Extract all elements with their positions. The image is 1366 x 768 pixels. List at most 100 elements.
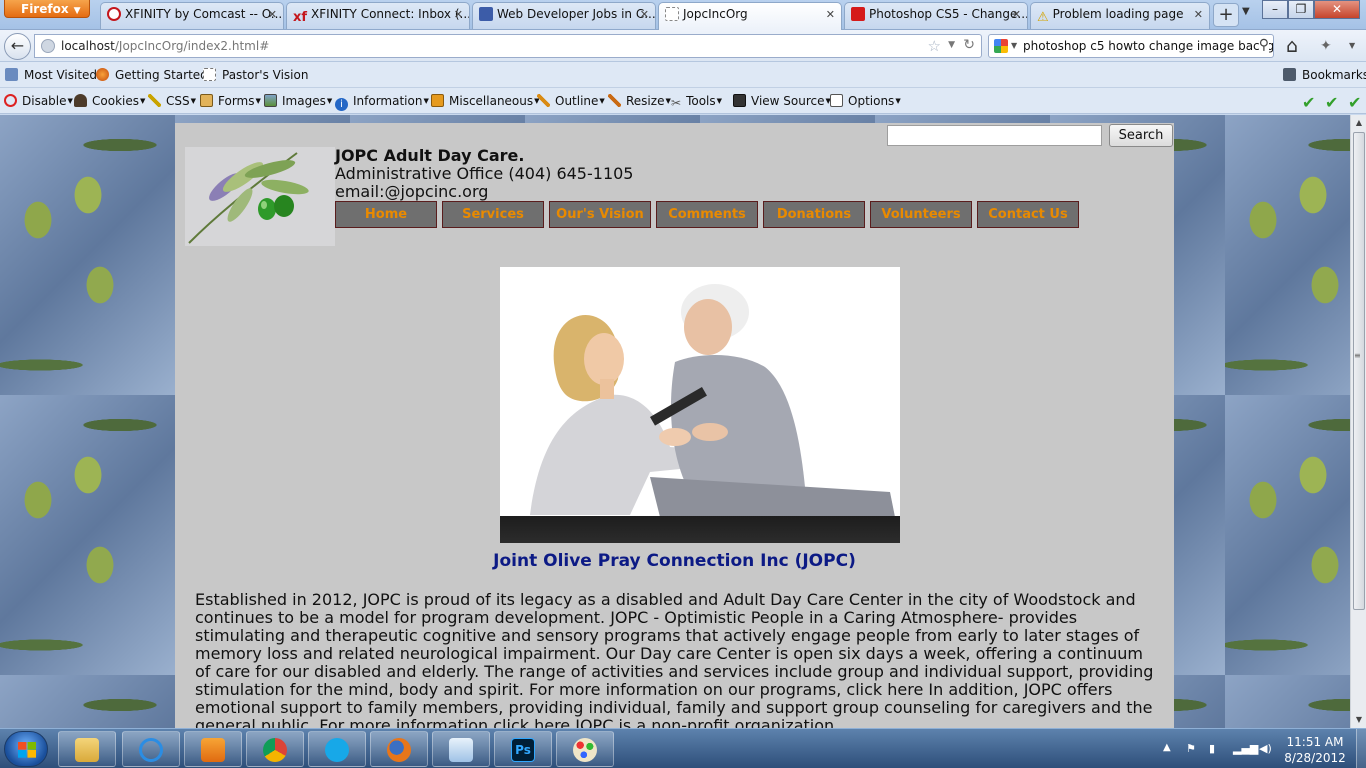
show-hidden-icons-icon[interactable]: ▲ bbox=[1163, 742, 1171, 753]
html-valid-check-icon[interactable]: ✔ bbox=[1325, 93, 1338, 112]
site-search-button[interactable]: Search bbox=[1109, 124, 1173, 147]
dev-menu-label: Information bbox=[353, 94, 423, 108]
tab-jopcincorg[interactable]: JopcIncOrg ✕ bbox=[658, 2, 842, 30]
comcast-icon bbox=[107, 7, 121, 21]
show-desktop-button[interactable] bbox=[1356, 729, 1366, 768]
close-icon[interactable]: ✕ bbox=[268, 8, 277, 21]
reload-icon[interactable]: ↻ bbox=[963, 37, 975, 53]
network-signal-icon[interactable]: ▂▄▆ bbox=[1233, 742, 1258, 756]
close-icon[interactable]: ✕ bbox=[1194, 8, 1203, 21]
dev-menu-label: Resize bbox=[626, 94, 665, 108]
scroll-up-arrow-icon[interactable]: ▲ bbox=[1351, 115, 1366, 131]
power-icon[interactable]: ▮ bbox=[1209, 742, 1223, 756]
addon-dropdown-icon[interactable]: ▼ bbox=[1349, 41, 1355, 50]
volume-icon[interactable]: ◀) bbox=[1259, 742, 1273, 756]
tab-label: JopcIncOrg bbox=[683, 7, 748, 21]
back-button[interactable]: ← bbox=[4, 33, 31, 60]
window-close-button[interactable]: ✕ bbox=[1314, 0, 1360, 19]
js-valid-check-icon[interactable]: ✔ bbox=[1348, 93, 1361, 112]
warning-icon: ⚠ bbox=[1037, 10, 1049, 25]
history-dropdown-icon[interactable]: ▼ bbox=[948, 40, 955, 50]
vertical-scrollbar[interactable]: ▲ ≡ ▼ bbox=[1350, 115, 1366, 728]
bookmark-star-icon[interactable]: ☆ bbox=[928, 37, 941, 55]
media-player-icon bbox=[201, 738, 225, 762]
dev-menu-cookies[interactable]: Cookies▼ bbox=[74, 94, 145, 108]
start-button[interactable] bbox=[4, 731, 48, 767]
url-bar[interactable]: localhost/JopcIncOrg/index2.html# ☆ ▼ ↻ bbox=[34, 34, 982, 58]
dev-menu-images[interactable]: Images▼ bbox=[264, 94, 332, 108]
nav-comments[interactable]: Comments bbox=[656, 201, 758, 228]
maximize-button[interactable]: ❐ bbox=[1288, 0, 1314, 19]
firefox-menu-button[interactable]: Firefox ▼ bbox=[4, 0, 90, 18]
nav-services[interactable]: Services bbox=[442, 201, 544, 228]
close-icon[interactable]: ✕ bbox=[826, 8, 835, 21]
taskbar-internet-explorer[interactable] bbox=[122, 731, 180, 767]
office-phone: Administrative Office (404) 645-1105 bbox=[335, 164, 634, 183]
taskbar-media-player[interactable] bbox=[184, 731, 242, 767]
tab-photoshop-cs5[interactable]: Photoshop CS5 - Change... ✕ bbox=[844, 2, 1028, 29]
nav-donations[interactable]: Donations bbox=[763, 201, 865, 228]
css-valid-check-icon[interactable]: ✔ bbox=[1302, 93, 1315, 112]
windows-taskbar: Ps ▲ ⚑ ▮ ▂▄▆ ◀) 11:51 AM 8/28/2012 bbox=[0, 728, 1366, 768]
dev-menu-view-source[interactable]: View Source▼ bbox=[733, 94, 831, 108]
list-all-tabs-icon[interactable]: ▼ bbox=[1242, 6, 1250, 17]
intro-paragraph: Established in 2012, JOPC is proud of it… bbox=[195, 590, 1154, 729]
new-tab-button[interactable]: + bbox=[1213, 3, 1239, 27]
minimize-button[interactable]: – bbox=[1262, 0, 1288, 19]
dev-menu-tools[interactable]: ✂ Tools▼ bbox=[671, 94, 722, 110]
firefox-icon bbox=[387, 738, 411, 762]
dev-menu-disable[interactable]: Disable▼ bbox=[4, 94, 73, 108]
taskbar-chrome[interactable] bbox=[246, 731, 304, 767]
scroll-thumb[interactable] bbox=[1353, 132, 1365, 610]
close-icon[interactable]: ✕ bbox=[454, 8, 463, 21]
dev-menu-forms[interactable]: Forms▼ bbox=[200, 94, 261, 108]
tools-icon: ✂ bbox=[671, 96, 682, 110]
scroll-grip-icon: ≡ bbox=[1354, 351, 1361, 360]
site-search-input[interactable] bbox=[887, 125, 1102, 146]
bookmark-most-visited[interactable]: Most Visited bbox=[5, 68, 97, 82]
nav-contact-us[interactable]: Contact Us bbox=[977, 201, 1079, 228]
clock-time: 11:51 AM bbox=[1286, 735, 1344, 749]
dev-menu-css[interactable]: CSS▼ bbox=[148, 94, 196, 108]
bookmarks-star-icon bbox=[1283, 68, 1296, 81]
action-center-flag-icon[interactable]: ⚑ bbox=[1186, 742, 1200, 756]
olive-branch-logo bbox=[185, 147, 335, 246]
home-icon[interactable]: ⌂ bbox=[1286, 35, 1298, 57]
page-viewport: Search JOPC Adult Day Care. Administrati… bbox=[0, 115, 1350, 728]
nav-volunteers[interactable]: Volunteers bbox=[870, 201, 972, 228]
addon-icon[interactable]: ✦ bbox=[1320, 38, 1332, 54]
bookmark-pastors-vision[interactable]: Pastor's Vision bbox=[203, 68, 308, 82]
miscellaneous-icon bbox=[431, 94, 444, 107]
taskbar-paint[interactable] bbox=[556, 731, 614, 767]
tab-xfinity-comcast[interactable]: XFINITY by Comcast -- O... ✕ bbox=[100, 2, 284, 29]
system-clock[interactable]: 11:51 AM 8/28/2012 bbox=[1278, 734, 1352, 766]
dev-menu-information[interactable]: i Information▼ bbox=[335, 94, 429, 111]
nav-our-vision[interactable]: Our's Vision bbox=[549, 201, 651, 228]
blank-page-icon bbox=[203, 68, 216, 81]
blank-page-icon bbox=[665, 7, 679, 21]
tab-web-developer-jobs[interactable]: Web Developer Jobs in C... ✕ bbox=[472, 2, 656, 29]
nav-home[interactable]: Home bbox=[335, 201, 437, 228]
tab-problem-loading[interactable]: ⚠ Problem loading page ✕ bbox=[1030, 2, 1210, 29]
taskbar-skype[interactable] bbox=[308, 731, 366, 767]
taskbar-photoshop[interactable]: Ps bbox=[494, 731, 552, 767]
google-icon[interactable] bbox=[994, 39, 1008, 53]
bookmarks-menu-button[interactable]: Bookmarks bbox=[1283, 68, 1366, 82]
taskbar-explorer[interactable] bbox=[58, 731, 116, 767]
bookmark-getting-started[interactable]: Getting Started bbox=[96, 68, 208, 82]
search-icon[interactable]: ⚲ bbox=[1258, 37, 1269, 53]
dev-menu-label: Options bbox=[848, 94, 895, 108]
dev-menu-options[interactable]: Options▼ bbox=[830, 94, 901, 108]
tab-xfinity-inbox[interactable]: xf XFINITY Connect: Inbox (... ✕ bbox=[286, 2, 470, 29]
web-search-bar[interactable]: ▼ photoshop c5 howto change image backgr… bbox=[988, 34, 1274, 58]
dev-menu-outline[interactable]: Outline▼ bbox=[537, 94, 605, 108]
taskbar-notepad[interactable] bbox=[432, 731, 490, 767]
dev-menu-resize[interactable]: Resize▼ bbox=[608, 94, 671, 108]
search-engine-caret-icon[interactable]: ▼ bbox=[1011, 41, 1017, 50]
close-icon[interactable]: ✕ bbox=[1012, 8, 1021, 21]
taskbar-firefox[interactable] bbox=[370, 731, 428, 767]
dev-menu-miscellaneous[interactable]: Miscellaneous▼ bbox=[431, 94, 540, 108]
close-icon[interactable]: ✕ bbox=[640, 8, 649, 21]
scroll-down-arrow-icon[interactable]: ▼ bbox=[1351, 712, 1366, 728]
bookmarks-toolbar: Most Visited Getting Started Pastor's Vi… bbox=[0, 62, 1366, 88]
